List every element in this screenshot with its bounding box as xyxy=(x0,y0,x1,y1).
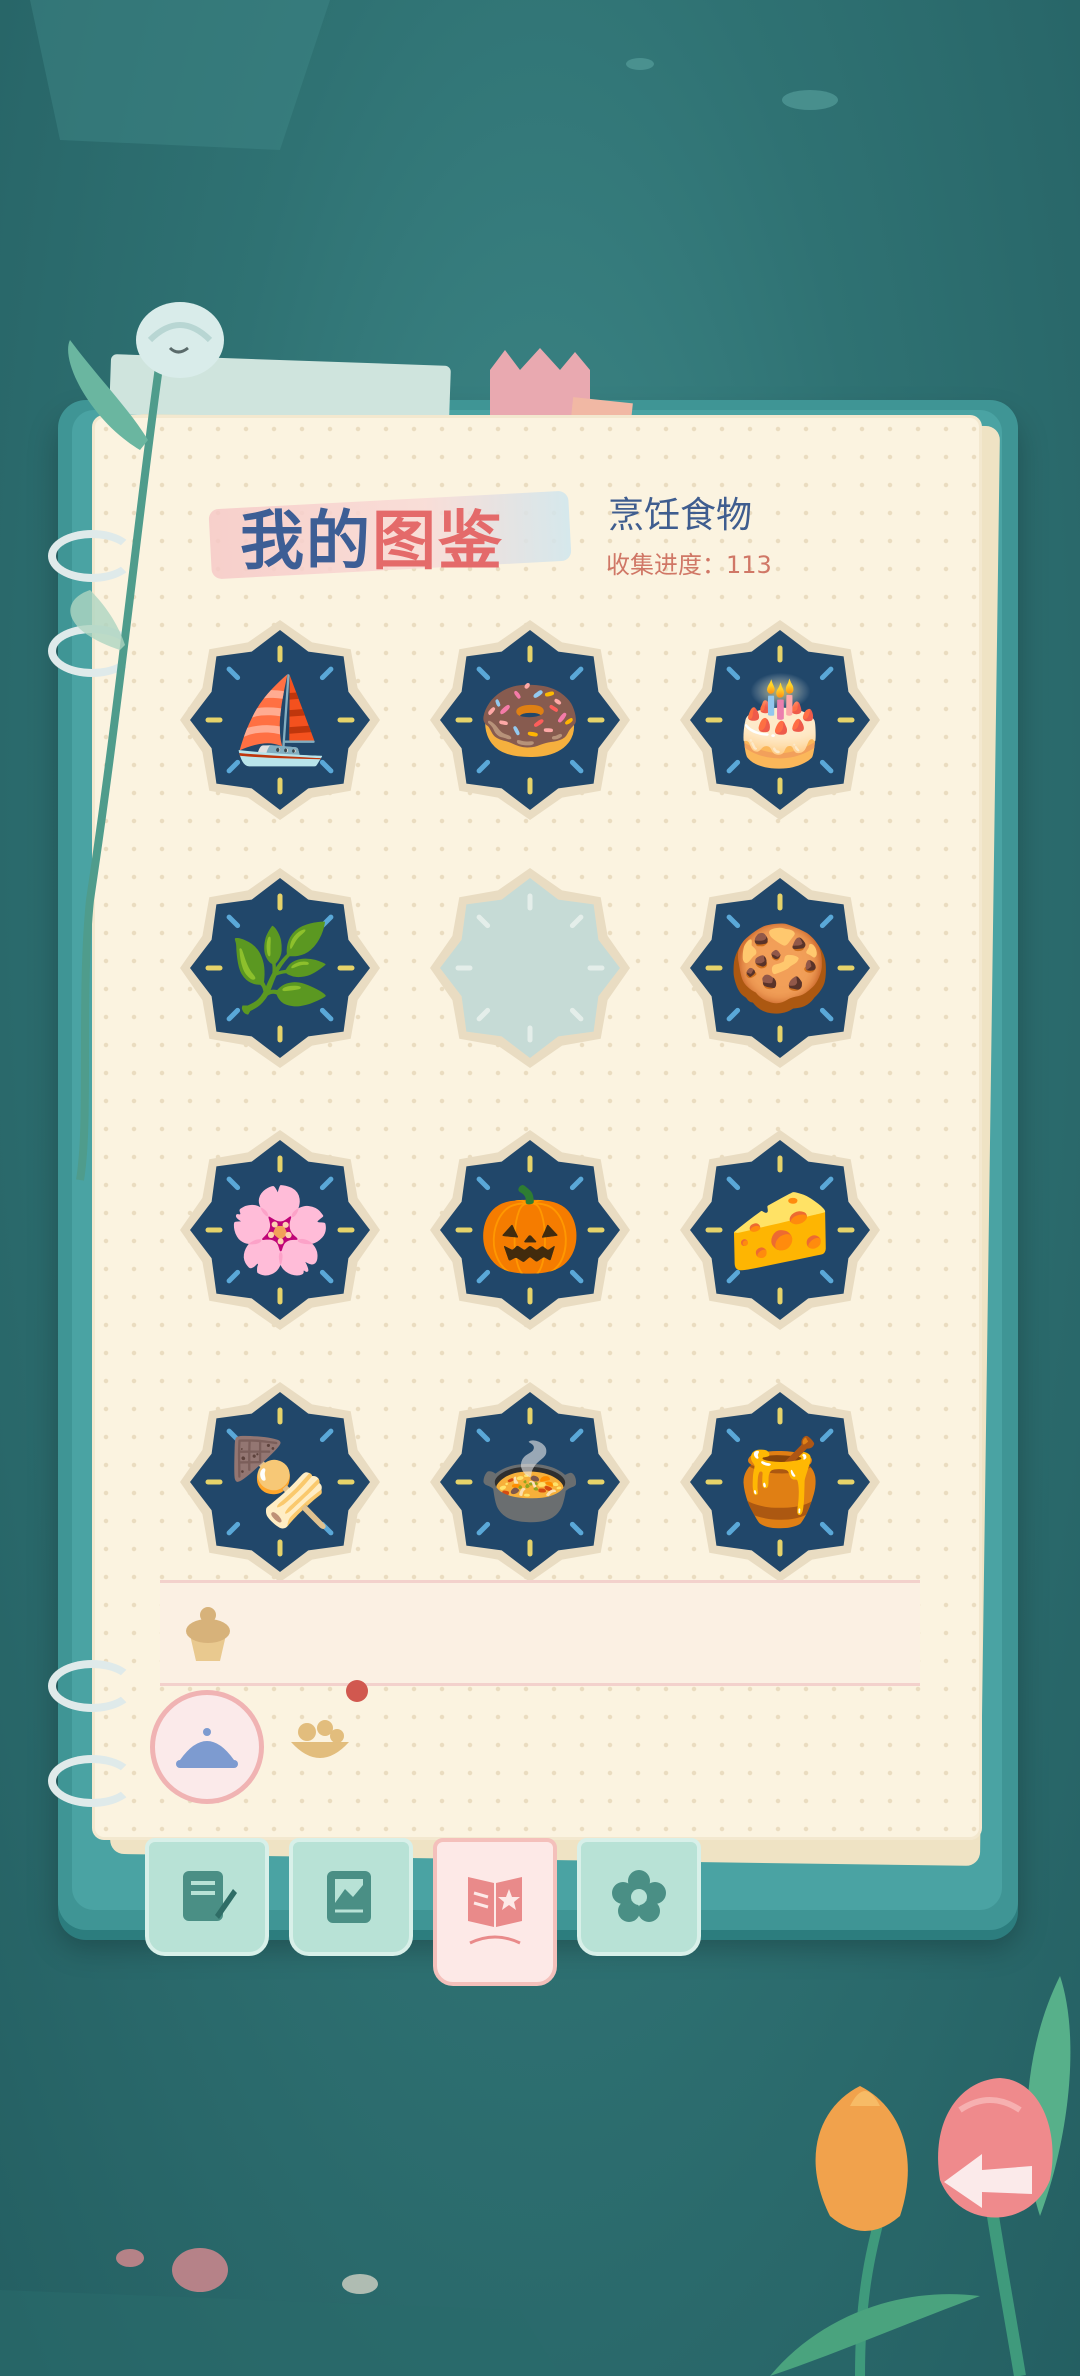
progress-label-text: 收集进度： xyxy=(606,551,726,579)
subcategory-strip xyxy=(160,1580,920,1686)
collection-item[interactable]: 🎃 xyxy=(430,1130,630,1330)
collection-grid: ⛵ 🍩 🎂 🌿 🍪 🌸 🎃 🧀 🍢 🍲 🍯 xyxy=(180,620,900,1600)
cloche-icon xyxy=(176,1728,238,1768)
collection-item[interactable]: 🍯 xyxy=(680,1382,880,1582)
tab-album[interactable] xyxy=(289,1838,413,1956)
title-highlight: 图鉴 xyxy=(372,504,504,579)
flower-icon xyxy=(612,1870,666,1922)
collection-item[interactable]: 🌸 xyxy=(180,1130,380,1330)
ingredients-filter-button[interactable] xyxy=(268,1690,372,1794)
collection-item[interactable] xyxy=(430,868,630,1068)
collection-item[interactable]: 🌿 xyxy=(180,868,380,1068)
berry-cake-icon: 🎂 xyxy=(727,671,833,769)
binder-ring xyxy=(48,1755,136,1807)
heart-cookies-icon: 🍪 xyxy=(727,919,833,1017)
filter-row xyxy=(150,1680,910,1804)
category-label: 烹饪食物 xyxy=(608,495,753,536)
photo-album-icon xyxy=(327,1871,371,1923)
binder-ring xyxy=(48,1660,136,1712)
collection-item[interactable]: 🎂 xyxy=(680,620,880,820)
collection-item[interactable]: 🍲 xyxy=(430,1382,630,1582)
locked-badge xyxy=(430,868,630,1068)
back-button[interactable] xyxy=(920,2070,1060,2240)
new-item-dot xyxy=(346,1680,368,1702)
herb-skewer-icon: 🌿 xyxy=(227,919,333,1017)
pumpkin-pie-icon: 🎃 xyxy=(477,1181,583,1279)
progress-value: 113 xyxy=(726,551,772,579)
title-prefix: 我的 xyxy=(240,504,372,579)
sailboat-basket-food-icon: ⛵ xyxy=(227,671,333,769)
cheese-crackers-icon: 🧀 xyxy=(727,1181,833,1279)
matcha-donut-icon: 🍩 xyxy=(477,671,583,769)
orange-jam-icon: 🍯 xyxy=(727,1433,833,1531)
page-title: 我的图鉴 xyxy=(240,490,504,582)
tab-notes[interactable] xyxy=(145,1838,269,1956)
star-book-icon xyxy=(468,1877,522,1945)
soup-bucket-icon: 🍲 xyxy=(477,1433,583,1531)
ingredients-icon xyxy=(291,1720,349,1758)
meatball-skewer-icon: 🍢 xyxy=(227,1433,333,1531)
tab-collection[interactable] xyxy=(433,1838,557,1986)
collection-progress: 收集进度：113 xyxy=(606,545,772,580)
cloche-filter-button[interactable] xyxy=(150,1690,264,1804)
pencil-note-icon xyxy=(183,1871,237,1921)
tab-flower[interactable] xyxy=(577,1838,701,1956)
collection-item[interactable]: 🧀 xyxy=(680,1130,880,1330)
collection-item[interactable]: 🍩 xyxy=(430,620,630,820)
collection-item[interactable]: 🍢 xyxy=(180,1382,380,1582)
collection-title: 我的图鉴 xyxy=(200,470,600,590)
back-arrow-icon xyxy=(938,2078,1053,2218)
flower-biscuits-icon: 🌸 xyxy=(227,1181,333,1279)
collection-item[interactable]: ⛵ xyxy=(180,620,380,820)
collection-item[interactable]: 🍪 xyxy=(680,868,880,1068)
cupcake-icon xyxy=(186,1607,230,1661)
